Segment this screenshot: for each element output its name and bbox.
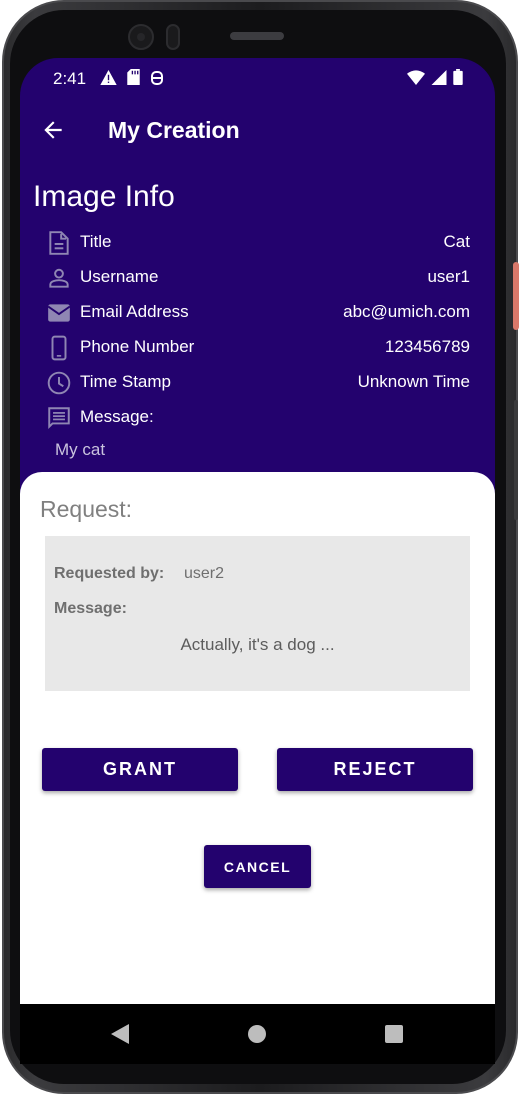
page-title: My Creation	[108, 117, 240, 143]
grant-button[interactable]: GRANT	[42, 748, 238, 791]
info-row-timestamp: Time Stamp Unknown Time	[20, 366, 495, 401]
requested-by-label: Requested by:	[54, 565, 165, 582]
info-row-username: Username user1	[20, 261, 495, 296]
notification-icons	[100, 69, 164, 85]
system-icons	[407, 69, 463, 85]
status-time: 2:41	[53, 69, 87, 88]
app-bar: My Creation	[20, 102, 495, 158]
battery-icon	[453, 69, 463, 85]
wifi-icon	[407, 69, 425, 85]
email-icon	[47, 304, 71, 322]
nav-home-icon[interactable]	[248, 1025, 266, 1043]
person-icon	[49, 268, 69, 288]
nav-back-icon[interactable]	[111, 1024, 129, 1044]
earpiece-speaker	[230, 32, 284, 40]
reject-button[interactable]: REJECT	[277, 748, 473, 791]
volume-button	[514, 400, 518, 520]
info-row-email: Email Address abc@umich.com	[20, 296, 495, 331]
sensor-icon	[166, 24, 180, 50]
info-value: user1	[427, 267, 470, 286]
phone-icon	[51, 335, 67, 361]
request-message-value: Actually, it's a dog ...	[180, 635, 335, 654]
navigation-bar	[20, 1004, 495, 1064]
request-heading: Request:	[40, 496, 133, 522]
info-value: 123456789	[384, 337, 470, 356]
info-value: abc@umich.com	[343, 302, 470, 321]
info-label: Phone Number	[80, 337, 195, 356]
message-icon	[48, 407, 70, 430]
info-label: Title	[80, 232, 112, 251]
request-bottom-sheet: Request: Requested by: user2 Message: Ac…	[20, 472, 495, 1064]
power-button	[513, 262, 519, 330]
nav-recents-icon[interactable]	[385, 1025, 403, 1043]
cancel-button[interactable]: CANCEL	[204, 845, 311, 888]
image-info-heading: Image Info	[33, 180, 175, 213]
image-message: My cat	[55, 440, 106, 459]
signal-icon	[431, 69, 447, 85]
info-row-phone: Phone Number 123456789	[20, 331, 495, 366]
info-value: Cat	[443, 232, 470, 251]
requested-by-value: user2	[184, 565, 225, 582]
android-debug-icon	[151, 71, 163, 85]
info-label: Username	[80, 267, 159, 286]
info-value: Unknown Time	[357, 372, 470, 391]
request-message-label: Message:	[54, 600, 127, 617]
info-label: Email Address	[80, 302, 189, 321]
status-bar: 2:41	[20, 58, 495, 98]
request-details-box: Requested by: user2 Message: Actually, i…	[45, 536, 470, 691]
warning-icon	[100, 69, 117, 85]
info-label: Time Stamp	[80, 372, 172, 391]
info-label: Message:	[80, 407, 154, 426]
info-row-message: Message:	[20, 401, 495, 436]
info-row-title: Title Cat	[20, 226, 495, 261]
document-icon	[49, 231, 69, 255]
sd-card-icon	[127, 69, 140, 85]
screen: 2:41 My Creation Image Info Title Cat Us…	[20, 58, 495, 1064]
clock-icon	[47, 371, 71, 395]
back-arrow-icon[interactable]	[40, 117, 66, 143]
front-camera-icon	[128, 24, 154, 50]
